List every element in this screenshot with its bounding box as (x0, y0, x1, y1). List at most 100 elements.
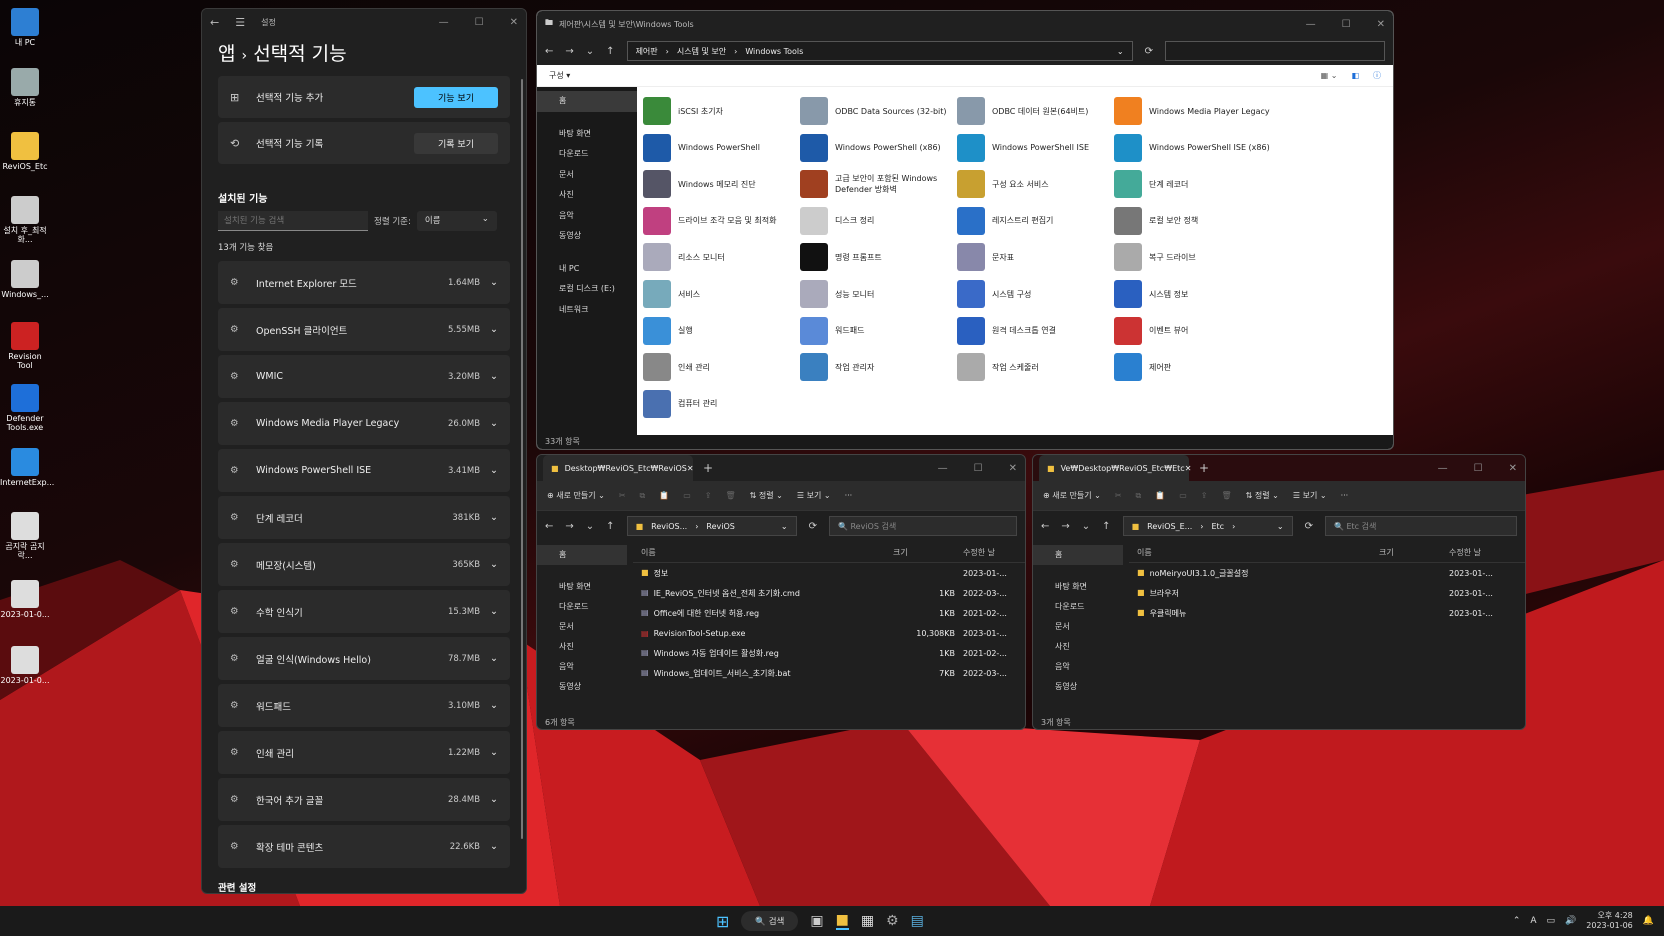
tab-revios[interactable]: ■ Desktop₩ReviOS_Etc₩ReviOS ✕ (543, 455, 694, 481)
cut-icon[interactable]: ✂ (619, 491, 626, 500)
up-icon[interactable]: ↑ (1102, 521, 1110, 532)
tool-item[interactable]: 작업 관리자 (800, 353, 960, 382)
organize-menu[interactable]: 구성 ▾ (549, 70, 570, 81)
nav-item[interactable]: 음악 (537, 206, 637, 227)
close-button[interactable]: ✕ (1509, 463, 1517, 474)
breadcrumb-item[interactable]: 제어판 (636, 46, 658, 57)
view-button[interactable]: ☰ 보기 ⌄ (1293, 490, 1327, 501)
recent-icon[interactable]: ⌄ (1082, 521, 1090, 532)
column-name[interactable]: 이름 (1129, 547, 1379, 558)
tool-item[interactable]: 성능 모니터 (800, 280, 960, 308)
nav-item[interactable]: 문서 (537, 617, 627, 637)
minimize-button[interactable]: — (439, 17, 449, 28)
desktop-icon[interactable]: 설치 후_최적화... (0, 196, 50, 245)
minimize-button[interactable]: — (938, 463, 948, 474)
tool-item[interactable]: Windows PowerShell ISE (957, 133, 1117, 162)
desktop-icon[interactable]: InternetExp... (0, 448, 54, 488)
scrollbar[interactable] (521, 79, 523, 839)
tool-item[interactable]: Windows PowerShell (643, 133, 803, 162)
nav-item[interactable]: 로컬 디스크 (E:) (537, 279, 637, 300)
nav-item[interactable]: 문서 (1033, 617, 1123, 637)
chevron-down-icon[interactable]: ⌄ (490, 794, 498, 805)
chevron-down-icon[interactable]: ⌄ (1277, 522, 1284, 531)
nav-item[interactable]: 동영상 (1033, 677, 1123, 697)
tool-item[interactable]: 단계 레코더 (1114, 170, 1274, 199)
nav-item[interactable]: 사진 (537, 637, 627, 657)
close-button[interactable]: ✕ (510, 17, 518, 28)
new-tab-icon[interactable]: + (703, 461, 713, 475)
chevron-down-icon[interactable]: ⌄ (490, 841, 498, 852)
maximize-button[interactable]: ☐ (1474, 463, 1483, 474)
nav-item[interactable]: 문서 (537, 165, 637, 186)
tray-chevron-icon[interactable]: ⌃ (1513, 916, 1521, 926)
breadcrumb-item[interactable]: 시스템 및 보안 (677, 46, 726, 57)
new-tab-icon[interactable]: + (1199, 461, 1209, 475)
nav-item[interactable]: 음악 (1033, 657, 1123, 677)
nav-item[interactable]: 동영상 (537, 226, 637, 247)
preview-pane-icon[interactable]: ◧ (1351, 71, 1359, 80)
copy-icon[interactable]: ⧉ (1136, 491, 1142, 501)
paste-icon[interactable]: 📋 (659, 491, 669, 500)
volume-icon[interactable]: 🔊 (1565, 916, 1576, 926)
tool-item[interactable]: 고급 보안이 포함된 Windows Defender 방화벽 (800, 170, 960, 199)
tool-item[interactable]: 디스크 정리 (800, 206, 960, 235)
more-icon[interactable]: ··· (845, 491, 853, 500)
tool-item[interactable]: 레지스트리 편집기 (957, 206, 1117, 235)
forward-icon[interactable]: → (565, 521, 573, 532)
forward-icon[interactable]: → (1061, 521, 1069, 532)
view-features-button[interactable]: 기능 보기 (414, 86, 498, 108)
cut-icon[interactable]: ✂ (1115, 491, 1122, 500)
refresh-icon[interactable]: ⟳ (1305, 521, 1313, 532)
tool-item[interactable]: 실행 (643, 316, 803, 345)
view-history-button[interactable]: 기록 보기 (414, 132, 498, 154)
breadcrumb-item[interactable]: ReviOS... (651, 522, 687, 531)
desktop-icon[interactable]: Windows_... (0, 260, 50, 300)
refresh-icon[interactable]: ⟳ (1145, 46, 1153, 57)
file-row[interactable]: ▤ Windows 자동 업데이트 활성화.reg 1KB 2021-02-... (633, 643, 1025, 663)
breadcrumb-item[interactable]: Windows Tools (745, 47, 803, 56)
close-tab-icon[interactable]: ✕ (687, 464, 694, 473)
nav-item[interactable]: 바탕 화면 (537, 124, 637, 145)
desktop-icon[interactable]: Revision Tool (0, 322, 50, 371)
tool-item[interactable]: Windows PowerShell ISE (x86) (1114, 133, 1274, 162)
close-button[interactable]: ✕ (1009, 463, 1017, 474)
search-input[interactable]: 🔍 Etc 검색 (1324, 516, 1517, 536)
nav-item[interactable]: 다운로드 (537, 144, 637, 165)
search-button[interactable]: 🔍 검색 (741, 911, 799, 931)
nav-item[interactable]: 바탕 화면 (537, 577, 627, 597)
feature-item[interactable]: ⚙ OpenSSH 클라이언트 5.55MB ⌄ (218, 308, 510, 351)
desktop-icon[interactable]: ReviOS_Etc (0, 132, 50, 172)
tool-item[interactable]: 문자표 (957, 243, 1117, 272)
breadcrumb-item[interactable]: ReviOS_E... (1147, 522, 1192, 531)
file-row[interactable]: ▤ Office에 대한 인터넷 허용.reg 1KB 2021-02-... (633, 603, 1025, 623)
tool-item[interactable]: 인쇄 관리 (643, 353, 803, 382)
feature-item[interactable]: ⚙ Internet Explorer 모드 1.64MB ⌄ (218, 261, 510, 304)
feature-item[interactable]: ⚙ 메모장(시스템) 365KB ⌄ (218, 543, 510, 586)
address-bar[interactable]: ■ ReviOS_E... › Etc › ⌄ (1122, 516, 1293, 536)
start-icon[interactable]: ⊞ (716, 912, 729, 931)
tool-item[interactable]: 시스템 정보 (1114, 280, 1274, 308)
chevron-down-icon[interactable]: ⌄ (490, 277, 498, 288)
paste-icon[interactable]: 📋 (1155, 491, 1165, 500)
feature-item[interactable]: ⚙ 워드패드 3.10MB ⌄ (218, 684, 510, 727)
nav-item[interactable]: 내 PC (537, 259, 637, 280)
file-row[interactable]: ■ 브라우저 2023-01-... (1129, 583, 1525, 603)
nav-item[interactable]: 동영상 (537, 677, 627, 697)
maximize-button[interactable]: ☐ (475, 17, 484, 28)
nav-item[interactable]: 다운로드 (537, 597, 627, 617)
recent-icon[interactable]: ⌄ (586, 521, 594, 532)
column-date[interactable]: 수정한 날 (1449, 547, 1481, 558)
clock[interactable]: 오후 4:28 2023-01-06 (1586, 911, 1633, 930)
language-indicator[interactable]: A (1530, 916, 1536, 926)
store-icon[interactable]: ▦ (861, 913, 874, 929)
chevron-down-icon[interactable]: ⌄ (490, 559, 498, 570)
delete-icon[interactable]: 🗑 (726, 491, 736, 500)
nav-item[interactable]: 네트워크 (537, 300, 637, 321)
tool-item[interactable]: 리소스 모니터 (643, 243, 803, 272)
chevron-down-icon[interactable]: ⌄ (490, 512, 498, 523)
nav-item[interactable]: 홈 (1033, 545, 1123, 565)
tool-item[interactable]: 컴퓨터 관리 (643, 389, 803, 418)
nav-item[interactable]: 홈 (537, 91, 637, 112)
desktop-icon[interactable]: Defender Tools.exe (0, 384, 50, 433)
notification-icon[interactable]: 🔔 (1643, 916, 1654, 926)
